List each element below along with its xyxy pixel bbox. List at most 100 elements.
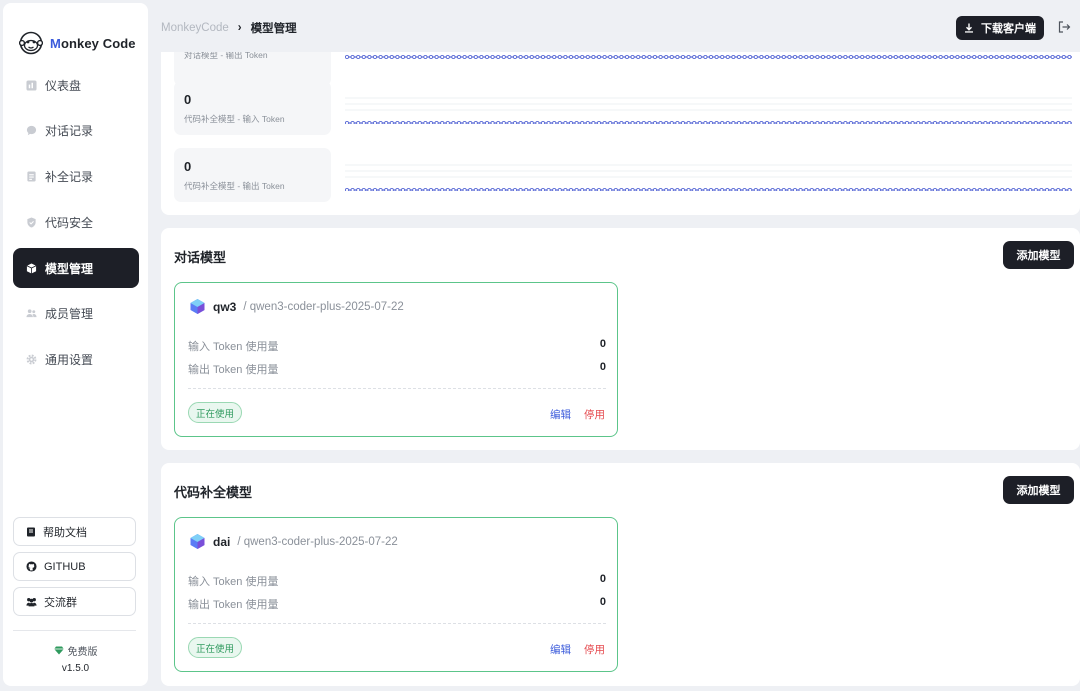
sparkline-point xyxy=(871,120,876,124)
community-group-button[interactable]: 交流群 xyxy=(13,587,136,616)
sparkline-point xyxy=(832,120,837,124)
sparkline-point xyxy=(955,120,960,124)
sparkline-point xyxy=(1005,187,1010,191)
sparkline-point xyxy=(725,187,730,191)
sparkline-point xyxy=(804,187,809,191)
sparkline-point xyxy=(966,187,971,191)
sparkline-point xyxy=(613,187,618,191)
sidebar-item-code-security[interactable]: 代码安全 xyxy=(13,202,139,242)
logo[interactable]: Monkey Code xyxy=(19,31,136,55)
sparkline-point xyxy=(888,120,893,124)
output-token-value: 0 xyxy=(599,596,606,608)
sparkline-point xyxy=(669,54,674,60)
sparkline-point xyxy=(944,54,949,60)
sparkline-point xyxy=(580,54,585,60)
sparkline-point xyxy=(753,120,758,124)
sparkline-point xyxy=(944,187,949,191)
edit-model-link[interactable]: 编辑 xyxy=(550,642,571,657)
sparkline-point xyxy=(440,120,445,124)
sparkline-point xyxy=(361,54,366,60)
sparkline-point xyxy=(983,187,988,191)
sparkline-point xyxy=(367,187,372,191)
sidebar-item-dashboard[interactable]: 仪表盘 xyxy=(13,65,139,105)
sparkline-point xyxy=(350,187,355,191)
sparkline-point xyxy=(669,187,674,191)
sparkline-point xyxy=(372,120,378,124)
model-card-qw3[interactable]: qw3 / qwen3-coder-plus-2025-07-22 输入 Tok… xyxy=(174,282,618,437)
sparkline-point xyxy=(423,120,428,124)
sparkline-point xyxy=(675,187,680,191)
shield-icon xyxy=(27,217,36,228)
sparkline-point xyxy=(748,54,753,60)
sparkline-point xyxy=(680,54,686,60)
disable-model-link[interactable]: 停用 xyxy=(584,642,605,657)
sparkline-point xyxy=(361,120,366,124)
sparkline-point xyxy=(372,187,378,191)
sparkline-point xyxy=(1022,120,1027,124)
sparkline-point xyxy=(848,187,854,191)
sparkline-point xyxy=(636,187,641,191)
sidebar-item-member-management[interactable]: 成员管理 xyxy=(13,294,139,334)
sparkline-point xyxy=(748,120,753,124)
sparkline-point xyxy=(949,54,954,60)
sparkline-point xyxy=(652,120,658,124)
sidebar-links: 帮助文档 GITHUB 交流群 xyxy=(13,517,136,622)
help-docs-button[interactable]: 帮助文档 xyxy=(13,517,136,546)
sparkline-point xyxy=(888,54,893,60)
sparkline-point xyxy=(871,187,876,191)
sparkline-point xyxy=(412,54,417,60)
download-client-button[interactable]: 下载客户端 xyxy=(956,16,1044,40)
sidebar-item-general-settings[interactable]: 通用设置 xyxy=(13,340,139,380)
sparkline-point xyxy=(988,187,994,191)
sparkline-point xyxy=(664,54,669,60)
plan-name: 免费版 xyxy=(3,643,148,658)
sparkline-point xyxy=(1016,187,1022,191)
sidebar-item-completion-records[interactable]: 补全记录 xyxy=(13,157,139,197)
sparkline-point xyxy=(540,120,546,124)
sparkline-point xyxy=(624,120,630,124)
sparkline-point xyxy=(412,120,417,124)
sparkline-point xyxy=(759,120,764,124)
chat-models-title: 对话模型 xyxy=(174,250,227,265)
sparkline-point xyxy=(468,120,473,124)
sparkline-point xyxy=(507,54,512,60)
sparkline-point xyxy=(904,187,910,191)
sidebar-item-chat-records[interactable]: 对话记录 xyxy=(13,111,139,151)
model-id: / qwen3-coder-plus-2025-07-22 xyxy=(243,300,404,313)
token-sparkline xyxy=(345,164,1072,191)
sparkline-point xyxy=(837,54,842,60)
diamond-icon xyxy=(53,646,64,655)
sparkline-point xyxy=(972,120,977,124)
sparkline-point xyxy=(988,54,994,60)
edit-model-link[interactable]: 编辑 xyxy=(550,407,571,422)
sparkline-point xyxy=(736,54,742,60)
logo-text: Monkey Code xyxy=(50,36,136,51)
sidebar-item-model-management[interactable]: 模型管理 xyxy=(13,248,139,289)
sparkline-point xyxy=(1028,54,1033,60)
sparkline-point xyxy=(860,187,865,191)
disable-model-link[interactable]: 停用 xyxy=(584,407,605,422)
sparkline-point xyxy=(345,187,350,191)
output-token-row: 输出 Token 使用量 0 xyxy=(188,596,606,612)
sparkline-point xyxy=(1033,187,1038,191)
sparkline-point xyxy=(389,120,394,124)
sidebar-item-label: 通用设置 xyxy=(45,353,94,368)
sparkline-point xyxy=(764,54,770,60)
download-icon xyxy=(965,23,973,33)
sparkline-point xyxy=(468,54,473,60)
add-completion-model-button[interactable]: 添加模型 xyxy=(1003,476,1074,504)
sparkline-point xyxy=(882,54,887,60)
github-button[interactable]: GITHUB xyxy=(13,552,136,581)
sparkline-point xyxy=(860,120,865,124)
model-card-dai[interactable]: dai / qwen3-coder-plus-2025-07-22 输入 Tok… xyxy=(174,517,618,672)
breadcrumb-root[interactable]: MonkeyCode xyxy=(161,22,229,34)
sparkline-point xyxy=(916,120,921,124)
sparkline-point xyxy=(608,120,613,124)
logout-icon[interactable] xyxy=(1057,20,1071,34)
sparkline-point xyxy=(540,54,546,60)
sparkline-point xyxy=(580,187,585,191)
completion-models-section: 代码补全模型 添加模型 dai / qwen3-coder-plus-2025-… xyxy=(161,463,1080,686)
add-chat-model-button[interactable]: 添加模型 xyxy=(1003,241,1074,269)
sparkline-point xyxy=(664,120,669,124)
sparkline-point xyxy=(899,187,904,191)
